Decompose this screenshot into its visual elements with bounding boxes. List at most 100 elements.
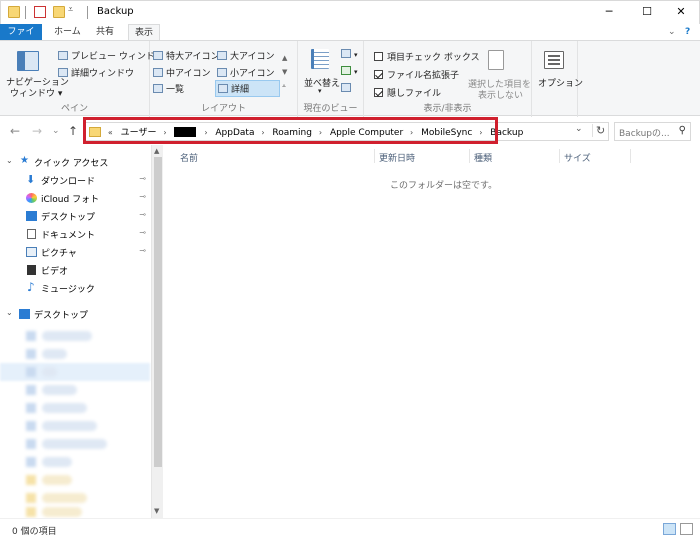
back-button[interactable]: ← (10, 124, 20, 138)
window-title: Backup (97, 6, 134, 17)
scroll-thumb[interactable] (154, 157, 162, 467)
tab-file[interactable]: ファイル (0, 24, 42, 53)
empty-folder-message: このフォルダーは空です。 (390, 181, 498, 191)
checkbox-unchecked (374, 52, 383, 61)
group-label-pane: ペイン (60, 104, 88, 114)
chevron-down-icon[interactable]: ⌄ (6, 156, 13, 165)
nav-item-videos[interactable]: ビデオ (0, 261, 150, 279)
properties-icon[interactable] (34, 6, 46, 18)
pin-icon[interactable]: ⊸ (139, 174, 146, 183)
column-separator[interactable] (374, 149, 375, 163)
group-label-show-hide: 表示/非表示 (423, 104, 472, 114)
layout-large-icons[interactable]: 大アイコン (217, 49, 275, 62)
column-separator[interactable] (559, 149, 560, 163)
pictures-icon (26, 247, 37, 257)
new-folder-icon[interactable] (53, 6, 65, 18)
sort-by-icon[interactable] (311, 49, 329, 69)
options-button[interactable]: オプション (538, 76, 583, 89)
folder-icon[interactable] (8, 6, 20, 18)
nav-item-documents[interactable]: ドキュメント ⊸ (0, 225, 150, 243)
nav-quick-access-label: クイック アクセス (34, 159, 109, 169)
chevron-down-icon[interactable]: ⌄ (6, 308, 13, 317)
sort-by-dropdown-icon[interactable]: ▾ (318, 87, 322, 95)
icloud-photos-icon (26, 193, 37, 203)
ribbon-group-current-view: 並べ替え ▾ ▾ ▾ 現在のビュー (298, 41, 364, 117)
layout-small-icons[interactable]: 小アイコン (217, 66, 275, 79)
column-separator[interactable] (630, 149, 631, 163)
nav-desktop-root[interactable]: ⌄ デスクトップ (0, 305, 150, 323)
status-bar: 0 個の項目 (0, 518, 700, 538)
nav-item-label: ドキュメント (41, 231, 96, 241)
nav-item-icloud-photos[interactable]: iCloud フォト ⊸ (0, 189, 150, 207)
up-button[interactable]: ↑ (68, 124, 78, 138)
pin-icon[interactable]: ⊸ (139, 210, 146, 219)
hidden-items-toggle[interactable]: 隠しファイル (374, 86, 441, 99)
video-icon (27, 265, 36, 275)
tab-home[interactable]: ホーム (48, 24, 87, 41)
preview-pane-button[interactable]: プレビュー ウィンドウ (58, 49, 164, 62)
layout-details[interactable]: 詳細 (215, 80, 281, 97)
nav-item-pictures[interactable]: ピクチャ ⊸ (0, 243, 150, 261)
help-icon[interactable]: ? (685, 27, 690, 37)
item-checkboxes-toggle[interactable]: 項目チェック ボックス (374, 50, 480, 63)
group-label-layout: レイアウト (200, 104, 246, 114)
group-label-current-view: 現在のビュー (303, 104, 358, 114)
size-columns-icon[interactable] (341, 83, 354, 94)
nav-item-music[interactable]: ♪ ミュージック (0, 279, 150, 297)
column-header-size[interactable]: サイズ (564, 151, 591, 164)
ribbon-group-layout: 特大アイコン 大アイコン 中アイコン 小アイコン 一覧 詳細 ▲ ▼ ⩡ レイアウト (150, 41, 298, 117)
scroll-down-icon[interactable]: ▼ (154, 507, 159, 515)
scroll-up-icon[interactable]: ▲ (154, 147, 159, 155)
pin-icon[interactable]: ⊸ (139, 246, 146, 255)
navigation-pane-icon[interactable] (17, 51, 39, 71)
large-icons-view-icon[interactable] (680, 523, 693, 535)
layout-medium-icons[interactable]: 中アイコン (153, 66, 211, 79)
music-icon: ♪ (27, 280, 35, 294)
nav-item-label: デスクトップ (41, 213, 96, 223)
search-placeholder: Backupの... (619, 129, 670, 139)
search-input[interactable]: Backupの... ⚲ (614, 122, 691, 141)
pin-icon[interactable]: ⊸ (139, 192, 146, 201)
details-pane-button[interactable]: 詳細ウィンドウ (58, 66, 134, 79)
options-icon[interactable] (544, 51, 564, 69)
layout-list[interactable]: 一覧 (153, 82, 184, 95)
column-header-type[interactable]: 種類 (474, 151, 492, 164)
nav-item-label: ミュージック (41, 285, 95, 295)
title-bar: ⩡ Backup ─ ☐ ✕ (0, 0, 700, 24)
details-icon (218, 84, 228, 93)
nav-item-desktop[interactable]: デスクトップ ⊸ (0, 207, 150, 225)
nav-pane-scrollbar[interactable]: ▲ ▼ (151, 145, 163, 518)
layout-extra-large-icons[interactable]: 特大アイコン (153, 49, 220, 62)
navigation-pane-label-2[interactable]: ウィンドウ ▾ (10, 86, 62, 99)
tab-share[interactable]: 共有 (90, 24, 120, 41)
file-list[interactable]: 名前 更新日時 種類 サイズ このフォルダーは空です。 (163, 145, 700, 518)
quick-access-dropdown-icon[interactable]: ⩡ (68, 5, 73, 15)
column-header-modified[interactable]: 更新日時 (379, 151, 415, 164)
group-by-icon[interactable]: ▾ (341, 49, 358, 60)
ribbon-group-options: オプション (532, 41, 583, 117)
close-button[interactable]: ✕ (658, 1, 700, 25)
pin-icon[interactable]: ⊸ (139, 228, 146, 237)
refresh-button[interactable]: ↻ (592, 124, 605, 137)
extra-large-icons-icon (153, 51, 163, 60)
recent-locations-button[interactable]: ⌄ (52, 126, 60, 136)
nav-quick-access[interactable]: ⌄ ★ クイック アクセス (0, 153, 150, 171)
add-columns-icon[interactable]: ▾ (341, 66, 358, 77)
forward-button[interactable]: → (32, 124, 42, 138)
medium-icons-icon (153, 68, 163, 77)
details-pane-icon (58, 68, 68, 77)
column-separator[interactable] (469, 149, 470, 163)
navigation-pane: ⌄ ★ クイック アクセス ⬇ ダウンロード ⊸ iCloud フォト ⊸ デス… (0, 145, 152, 518)
file-extensions-toggle[interactable]: ファイル名拡張子 (374, 68, 459, 81)
nav-item-label: ピクチャ (41, 249, 77, 259)
sort-by-button[interactable]: 並べ替え (304, 76, 340, 89)
layout-scroll-icon[interactable]: ▲ ▼ ⩡ (282, 51, 287, 93)
ribbon-collapse-icon[interactable]: ⌄ (668, 27, 676, 37)
address-dropdown-icon[interactable]: ⌄ (575, 124, 583, 134)
nav-item-downloads[interactable]: ⬇ ダウンロード ⊸ (0, 171, 150, 189)
column-header-name[interactable]: 名前 (180, 151, 198, 164)
tab-view[interactable]: 表示 (128, 24, 161, 41)
nav-desktop-label: デスクトップ (34, 311, 89, 321)
search-icon: ⚲ (678, 125, 686, 136)
details-view-icon[interactable] (663, 523, 676, 535)
